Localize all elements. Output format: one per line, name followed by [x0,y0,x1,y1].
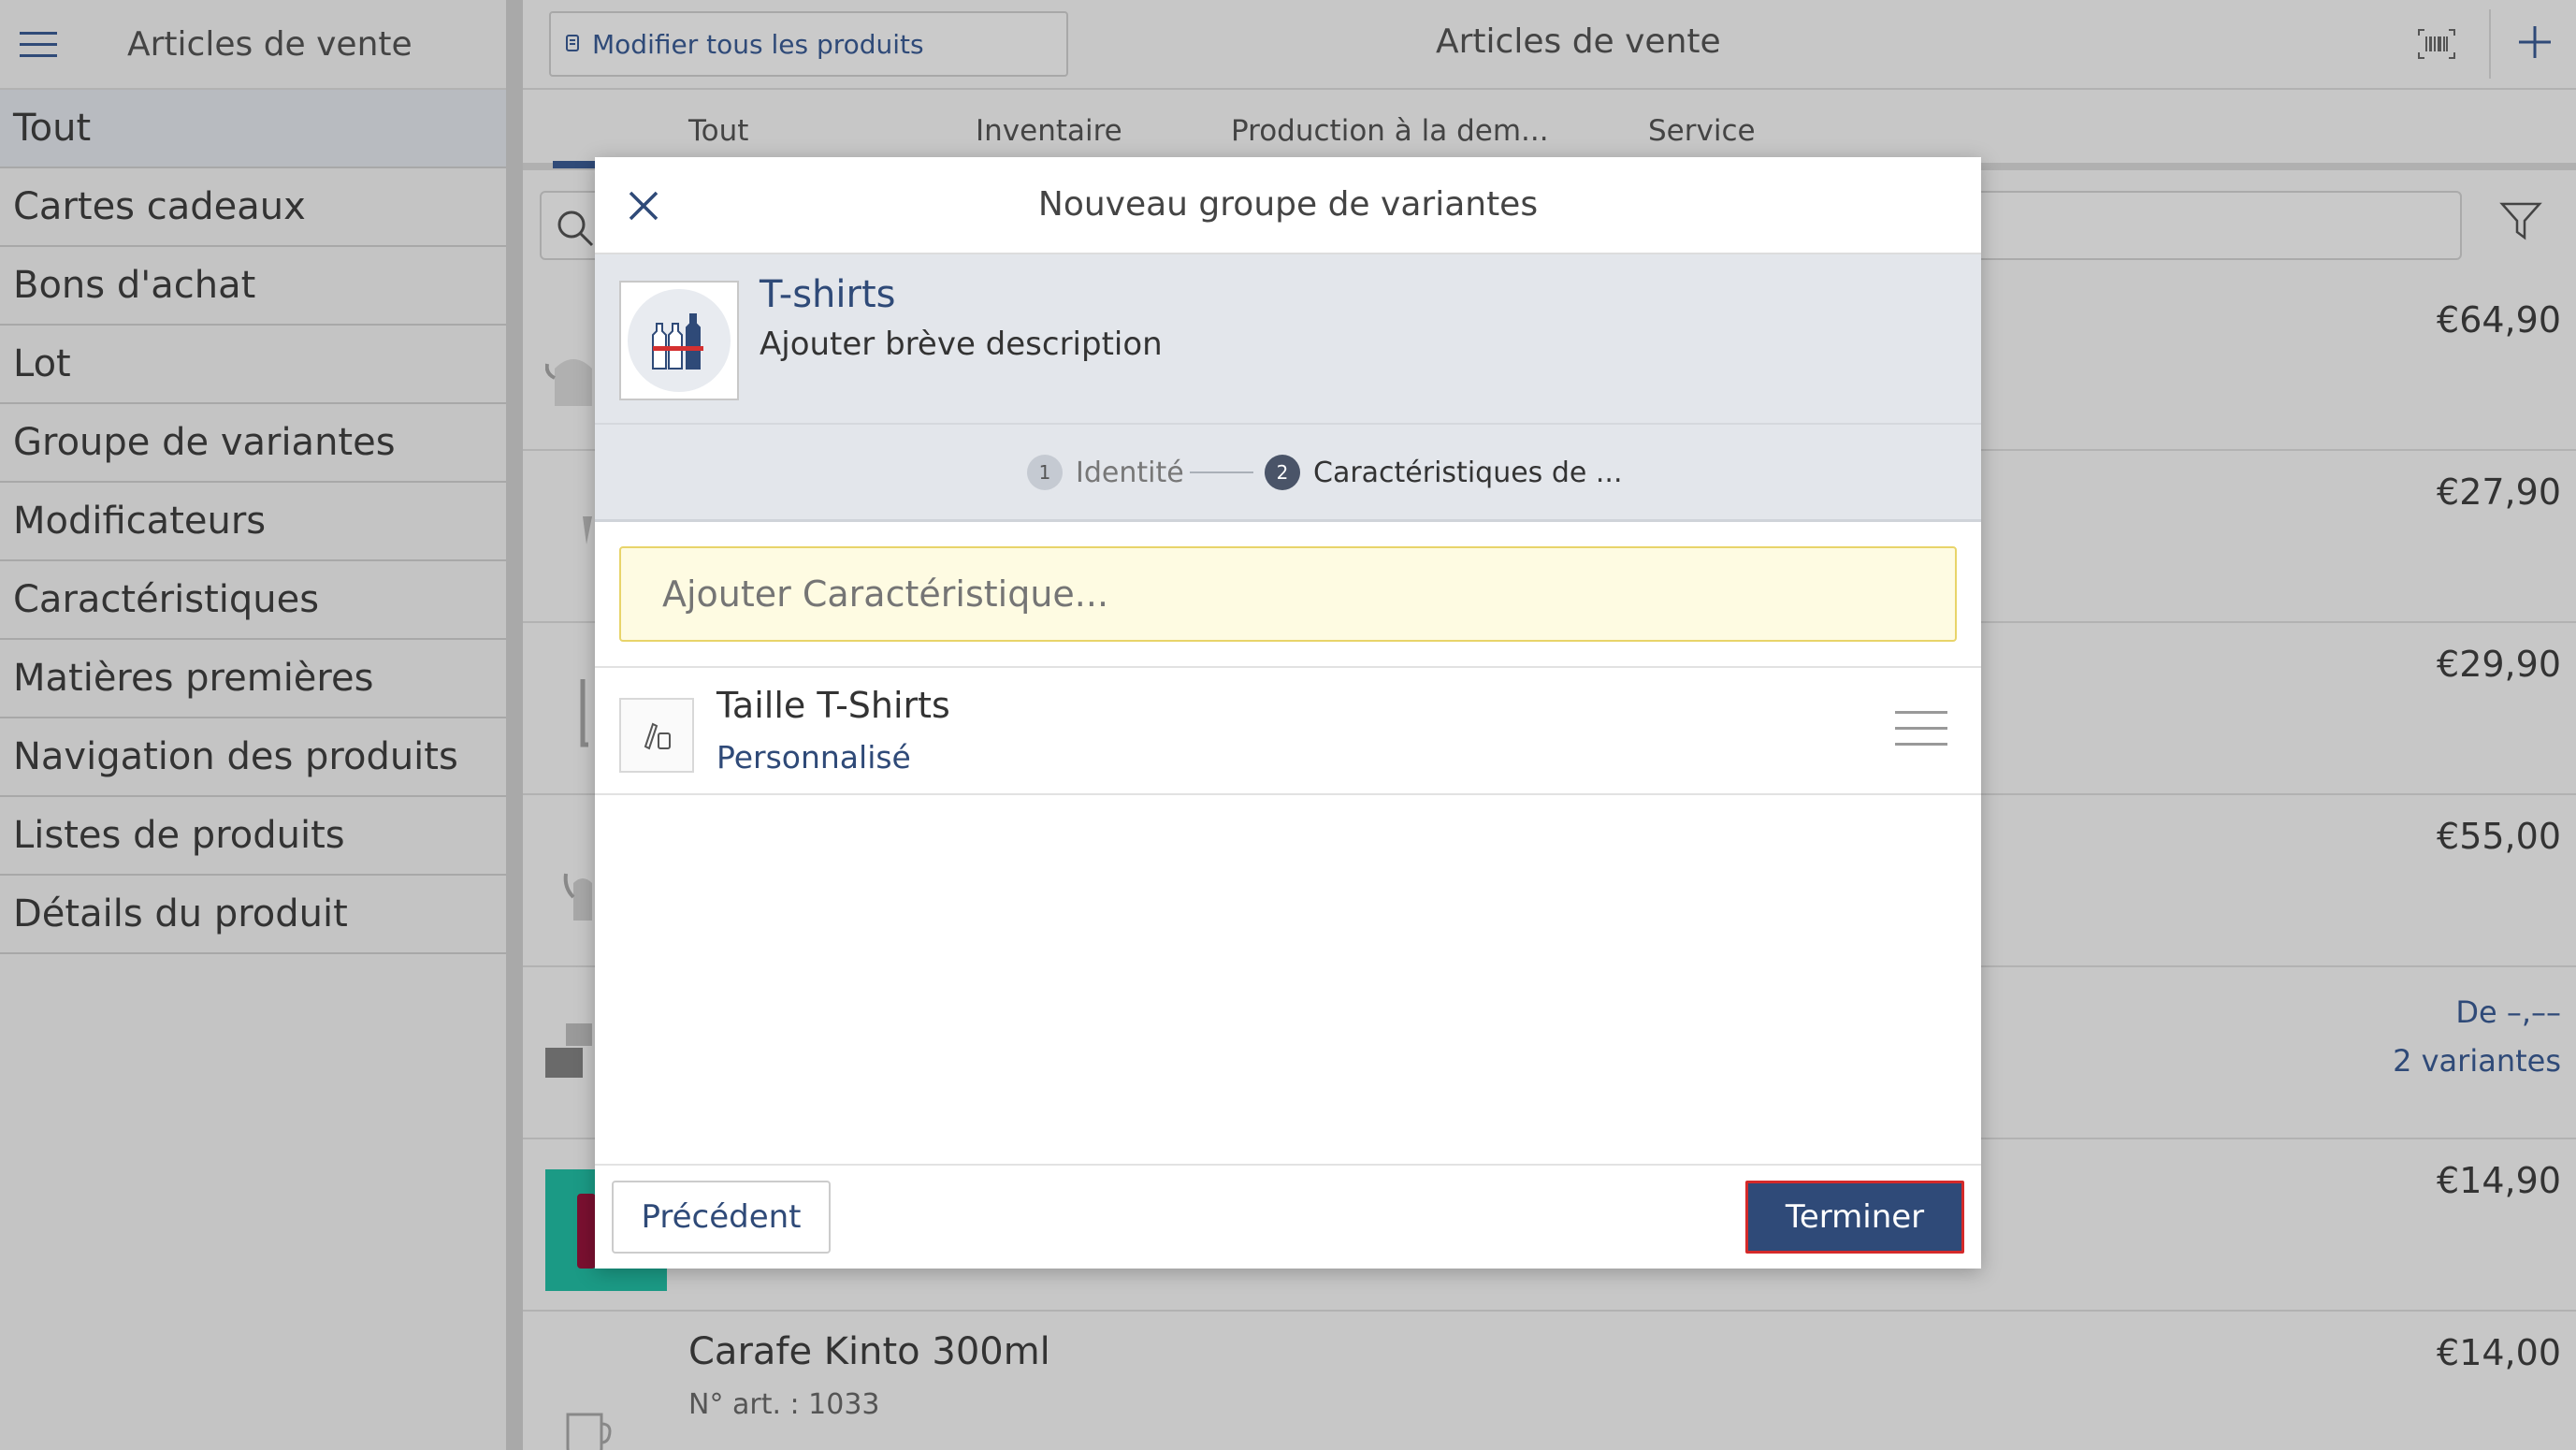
carafe-thumbnail [566,1413,612,1450]
product-summary: T-shirts Ajouter brève description [595,254,1981,425]
characteristic-row[interactable]: Taille T-Shirts Personnalisé [595,666,1981,795]
item-price-variants: De –,–– 2 variantes [2393,988,2561,1085]
finish-button[interactable]: Terminer [1745,1181,1964,1254]
tab-inventaire[interactable]: Inventaire [976,114,1122,148]
item-name: Carafe Kinto 300ml [688,1330,1050,1373]
kettle-thumbnail [545,359,592,406]
step-number: 2 [1265,455,1300,490]
sidebar-divider [506,0,523,1450]
sidebar-item-navigation-produits[interactable]: Navigation des produits [0,718,506,797]
item-thumbnail [545,1023,592,1078]
menu-icon[interactable] [0,0,75,89]
new-variant-group-dialog: Nouveau groupe de variantes T-shirts Ajo… [595,157,1981,1269]
item-thumbnail [580,679,588,747]
edit-all-products-label: Modifier tous les produits [592,28,924,60]
item-price: €55,00 [2437,816,2561,857]
plus-icon[interactable] [2513,21,2556,64]
characteristic-icon [619,698,694,773]
sidebar-item-matieres-premieres[interactable]: Matières premières [0,640,506,718]
sidebar-title: Articles de vente [127,24,412,64]
filter-icon[interactable] [2498,198,2543,243]
item-price: €27,90 [2437,471,2561,513]
characteristic-type: Personnalisé [716,739,911,776]
sidebar-item-listes-produits[interactable]: Listes de produits [0,797,506,876]
sidebar-item-bons-achat[interactable]: Bons d'achat [0,247,506,326]
sidebar-header: Articles de vente [0,0,506,90]
add-characteristic-input[interactable] [619,546,1957,642]
wizard-stepper: 1 Identité 2 Caractéristiques de ... [595,425,1981,522]
drag-handle-icon[interactable] [1895,711,1947,759]
product-description[interactable]: Ajouter brève description [760,326,1163,363]
sidebar-item-caracteristiques[interactable]: Caractéristiques [0,561,506,640]
characteristic-name: Taille T-Shirts [716,685,950,726]
step-connector [1190,471,1253,473]
product-name[interactable]: T-shirts [760,273,895,316]
sidebar: Articles de vente Tout Cartes cadeaux Bo… [0,0,506,1450]
item-thumbnail [583,516,592,544]
sidebar-item-lot[interactable]: Lot [0,326,506,404]
item-price: €64,90 [2437,299,2561,341]
step-identite[interactable]: 1 Identité [1027,455,1184,490]
tab-tout[interactable]: Tout [688,114,748,148]
page-title: Articles de vente [1436,22,1721,61]
edit-icon [566,35,579,51]
dialog-title: Nouveau groupe de variantes [1037,185,1539,224]
item-price: €14,90 [2437,1160,2561,1201]
step-label: Identité [1076,456,1184,489]
previous-button[interactable]: Précédent [612,1181,831,1254]
bottles-icon [628,289,731,392]
sidebar-item-tout[interactable]: Tout [0,90,506,168]
variant-count: 2 variantes [2393,1043,2561,1079]
price-from: De –,–– [2455,994,2561,1030]
topbar-separator [2489,9,2491,79]
kettle-thumbnail [563,873,592,921]
dialog-footer: Précédent Terminer [595,1164,1981,1269]
step-number: 1 [1027,455,1063,490]
top-bar: Modifier tous les produits Articles de v… [523,0,2576,90]
sidebar-item-groupe-variantes[interactable]: Groupe de variantes [0,404,506,483]
list-item[interactable]: Carafe Kinto 300ml N° art. : 1033 €14,00 [523,1312,2576,1450]
item-price: €29,90 [2437,644,2561,685]
step-label: Caractéristiques de ... [1313,456,1623,489]
sidebar-item-cartes-cadeaux[interactable]: Cartes cadeaux [0,168,506,247]
sidebar-item-details-produit[interactable]: Détails du produit [0,876,506,954]
tab-service[interactable]: Service [1648,114,1756,148]
item-price: €14,00 [2437,1332,2561,1373]
search-icon [557,210,594,247]
tab-production[interactable]: Production à la dem... [1231,114,1549,148]
item-code: N° art. : 1033 [688,1388,880,1421]
dialog-header: Nouveau groupe de variantes [595,157,1981,254]
sidebar-item-modificateurs[interactable]: Modificateurs [0,483,506,561]
product-image[interactable] [619,281,739,400]
edit-all-products-button[interactable]: Modifier tous les produits [549,11,1068,77]
step-caracteristiques[interactable]: 2 Caractéristiques de ... [1265,455,1622,490]
barcode-icon[interactable] [2417,28,2456,60]
